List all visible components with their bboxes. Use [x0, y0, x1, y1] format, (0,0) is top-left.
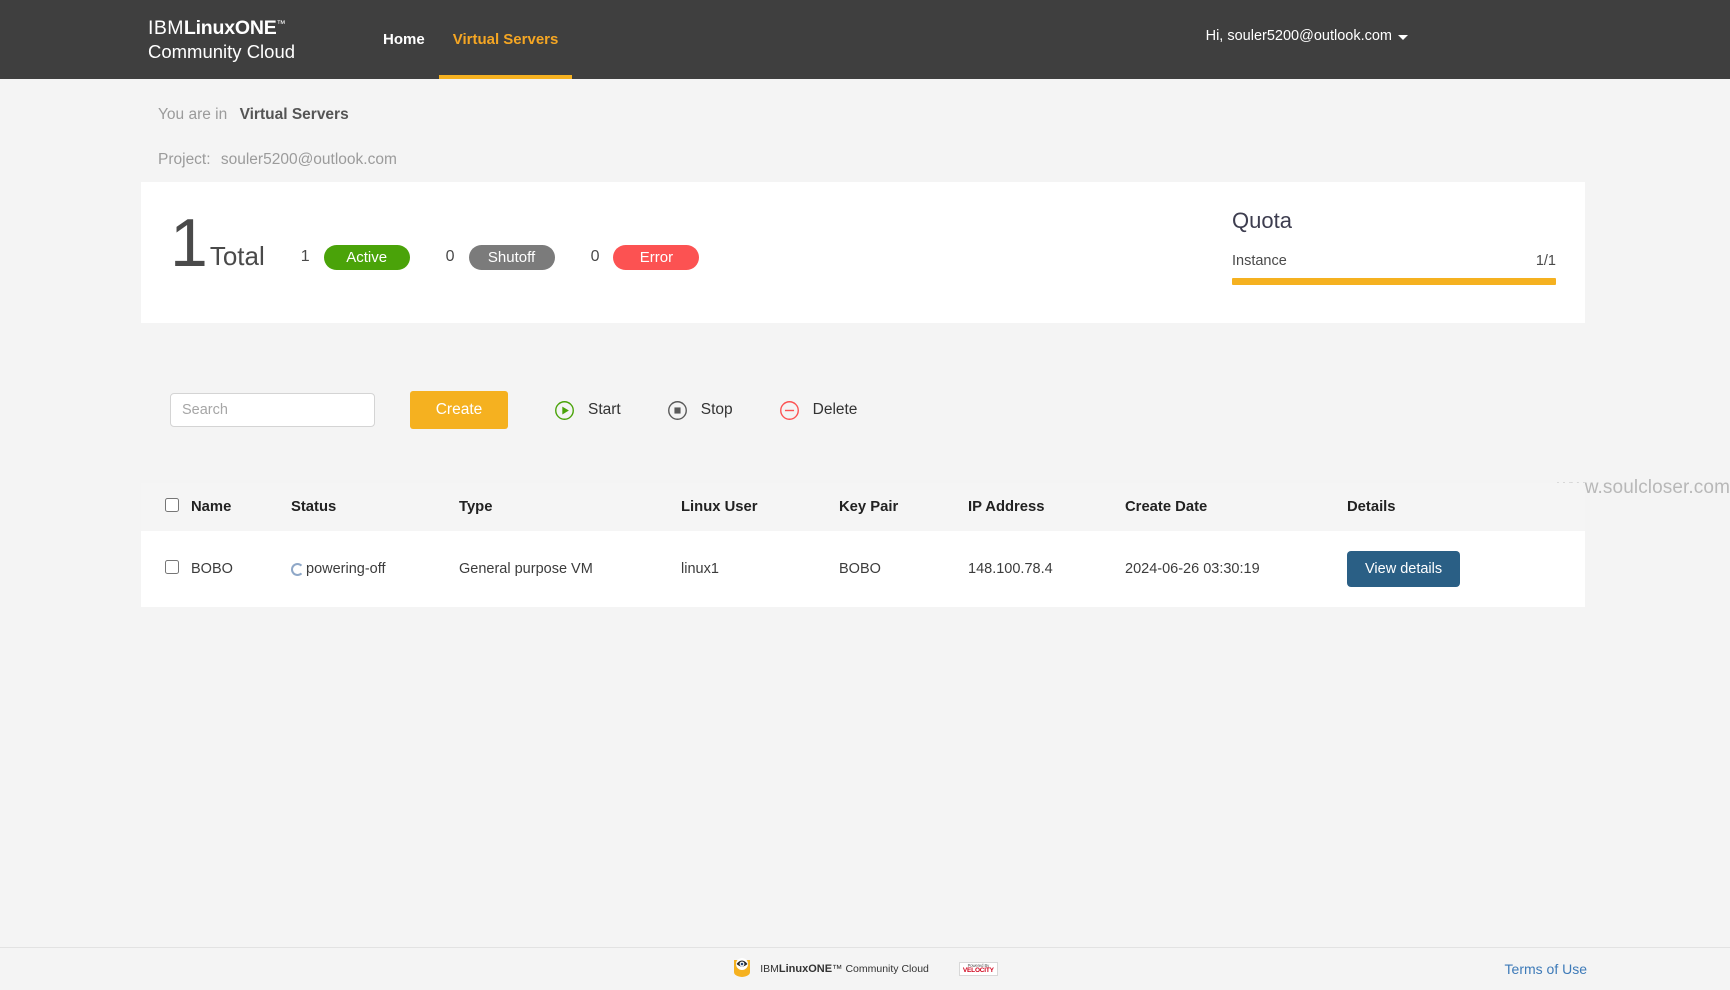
footer-linuxone-text: LinuxONE: [778, 963, 833, 975]
quota-panel: Quota Instance 1/1: [1232, 208, 1556, 285]
row-select-cell: [141, 531, 191, 607]
footer-ibm-text: IBM: [760, 963, 779, 975]
status-badge-error: Error: [613, 244, 700, 270]
brand-subtitle: Community Cloud: [148, 40, 296, 62]
trademark-symbol: ™: [276, 18, 286, 29]
play-circle-icon: [554, 400, 575, 421]
footer-community-cloud-text: Community Cloud: [845, 963, 929, 975]
select-all-checkbox[interactable]: [165, 498, 179, 512]
project-value: souler5200@outlook.com: [220, 151, 397, 168]
main-navigation: Home Virtual Servers: [369, 0, 572, 79]
delete-button[interactable]: Delete: [779, 400, 858, 421]
powered-by-badge: Powered By VELOCITY: [958, 961, 998, 977]
summary-card: 1 Total 1 Active 0 Shutoff 0 Error Quota…: [141, 182, 1585, 323]
brand-logo: IBMLinuxONE™ Community Cloud: [148, 17, 295, 63]
stop-square-icon: [667, 400, 688, 421]
cell-key-pair: BOBO: [839, 561, 881, 577]
cell-create-date: 2024-06-26 03:30:19: [1125, 561, 1260, 577]
virtual-servers-table: Name Status Type Linux User Key Pair IP …: [141, 483, 1585, 607]
stat-error: 0 Error: [590, 244, 700, 270]
start-label: Start: [588, 401, 621, 418]
nav-item-home[interactable]: Home: [369, 0, 439, 79]
footer-brand: IBMLinuxONE™ Community Cloud: [732, 956, 929, 983]
cell-details: View details: [1347, 531, 1585, 607]
user-account-menu[interactable]: Hi, souler5200@outlook.com: [1206, 28, 1408, 44]
footer-brand-text: IBMLinuxONE™ Community Cloud: [760, 963, 929, 975]
stat-shutoff-count: 0: [445, 248, 455, 266]
terms-of-use-link[interactable]: Terms of Use: [1505, 961, 1587, 977]
select-all-header: [141, 483, 191, 531]
status-text: powering-off: [306, 561, 386, 577]
status-badge-shutoff: Shutoff: [468, 244, 555, 270]
column-header-linux-user[interactable]: Linux User: [681, 483, 839, 531]
column-header-type[interactable]: Type: [459, 483, 681, 531]
delete-label: Delete: [812, 401, 858, 418]
chevron-down-icon: [1398, 34, 1408, 40]
column-header-key-pair[interactable]: Key Pair: [839, 483, 968, 531]
cell-ip-address: 148.100.78.4: [968, 561, 1053, 577]
instance-summary: 1 Total 1 Active 0 Shutoff 0 Error: [170, 205, 700, 281]
quota-progress-bar: [1232, 278, 1556, 285]
column-header-create-date[interactable]: Create Date: [1125, 483, 1347, 531]
column-header-details: Details: [1347, 499, 1396, 515]
breadcrumb-current: Virtual Servers: [239, 106, 349, 123]
create-button[interactable]: Create: [410, 391, 508, 429]
view-details-button[interactable]: View details: [1347, 551, 1461, 587]
project-label: Project:: [158, 151, 211, 168]
top-navigation-bar: IBMLinuxONE™ Community Cloud Home Virtua…: [0, 0, 1730, 79]
stop-button[interactable]: Stop: [667, 400, 733, 421]
stat-active-count: 1: [300, 248, 310, 266]
table-row[interactable]: BOBO powering-off General purpose VM lin…: [141, 531, 1585, 607]
start-button[interactable]: Start: [554, 400, 621, 421]
powered-by-vendor: VELOCITY: [962, 966, 994, 974]
row-checkbox[interactable]: [165, 560, 179, 574]
stat-active: 1 Active: [300, 244, 410, 270]
column-header-status[interactable]: Status: [291, 483, 459, 531]
quota-instance-label: Instance: [1232, 253, 1287, 269]
loading-spinner-icon: [291, 562, 304, 576]
user-greeting-label: Hi, souler5200@outlook.com: [1205, 28, 1392, 44]
footer-trademark: ™: [832, 963, 843, 975]
total-count: 1: [170, 205, 208, 281]
brand-linuxone-text: LinuxONE: [183, 16, 277, 39]
project-row: Project: souler5200@outlook.com: [158, 151, 1730, 169]
minus-circle-icon: [779, 400, 800, 421]
status-badge-active: Active: [323, 244, 410, 270]
nav-item-virtual-servers[interactable]: Virtual Servers: [438, 0, 573, 79]
page-footer: IBMLinuxONE™ Community Cloud Powered By …: [0, 947, 1730, 990]
action-toolbar: Create Start Stop Delete: [170, 391, 857, 429]
cell-name: BOBO: [191, 561, 233, 577]
breadcrumb: You are in Virtual Servers Project: soul…: [158, 106, 1730, 169]
quota-instance-value: 1/1: [1535, 253, 1556, 269]
table-header-row: Name Status Type Linux User Key Pair IP …: [141, 483, 1585, 531]
stat-error-count: 0: [590, 248, 600, 266]
search-input[interactable]: [170, 393, 375, 427]
breadcrumb-prefix: You are in: [158, 106, 228, 123]
cell-linux-user: linux1: [681, 561, 719, 577]
linuxone-mascot-icon: [732, 956, 752, 983]
cell-type: General purpose VM: [459, 561, 593, 577]
stat-shutoff: 0 Shutoff: [445, 244, 555, 270]
cell-status: powering-off: [291, 531, 459, 607]
brand-ibm-text: IBM: [148, 16, 184, 39]
column-header-ip-address[interactable]: IP Address: [968, 483, 1125, 531]
quota-title: Quota: [1232, 208, 1292, 233]
stop-label: Stop: [700, 401, 733, 418]
column-header-name[interactable]: Name: [191, 483, 291, 531]
total-label: Total: [209, 240, 265, 271]
